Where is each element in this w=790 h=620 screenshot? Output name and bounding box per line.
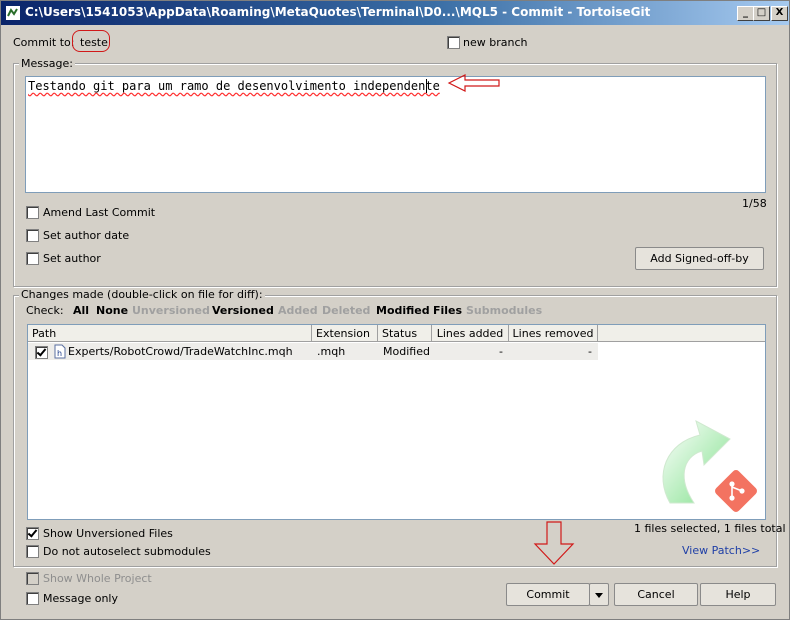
- show-whole-project-label: Show Whole Project: [43, 572, 152, 585]
- file-status: Modified: [383, 345, 430, 358]
- cancel-button[interactable]: Cancel: [614, 583, 698, 606]
- commit-annotation-arrow-icon: [533, 521, 575, 565]
- new-branch-label: new branch: [463, 36, 528, 49]
- filter-none[interactable]: None: [96, 304, 128, 317]
- maximize-button[interactable]: □: [753, 6, 770, 21]
- file-row-checkbox[interactable]: [35, 346, 48, 359]
- filter-added[interactable]: Added: [278, 304, 318, 317]
- title-bar[interactable]: C:\Users\1541053\AppData\Roaming\MetaQuo…: [1, 1, 789, 25]
- filter-unversioned[interactable]: Unversioned: [132, 304, 210, 317]
- svg-text:h: h: [57, 349, 62, 358]
- message-text: Testando git para um ramo de desenvolvim…: [28, 79, 440, 93]
- header-file-icon: h: [54, 344, 66, 359]
- message-group-label: Message:: [19, 57, 75, 70]
- filter-deleted[interactable]: Deleted: [322, 304, 370, 317]
- check-label: Check:: [26, 304, 64, 317]
- filter-modified[interactable]: Modified: [376, 304, 430, 317]
- commit-to-label: Commit to:: [13, 36, 75, 49]
- commit-button[interactable]: Commit: [506, 583, 590, 606]
- set-author-date-checkbox[interactable]: [26, 229, 39, 242]
- minimize-button[interactable]: _: [737, 6, 754, 21]
- filter-submodules[interactable]: Submodules: [466, 304, 542, 317]
- message-only-checkbox[interactable]: [26, 592, 39, 605]
- amend-last-commit-checkbox[interactable]: [26, 206, 39, 219]
- text-caret: [426, 79, 427, 93]
- view-patch-link[interactable]: View Patch>>: [682, 544, 760, 557]
- column-header-lines-added[interactable]: Lines added: [432, 325, 509, 342]
- set-author-date-label: Set author date: [43, 229, 130, 242]
- set-author-label: Set author: [43, 252, 101, 265]
- add-signed-off-by-button[interactable]: Add Signed-off-by: [635, 247, 764, 270]
- filter-all[interactable]: All: [73, 304, 89, 317]
- show-whole-project-checkbox[interactable]: [26, 572, 39, 585]
- file-extension: .mqh: [317, 345, 346, 358]
- show-unversioned-checkbox[interactable]: [26, 527, 39, 540]
- tortoisegit-watermark-logo: [662, 420, 757, 512]
- file-path: Experts/RobotCrowd/TradeWatchInc.mqh: [68, 345, 293, 358]
- commit-dialog: C:\Users\1541053\AppData\Roaming\MetaQuo…: [0, 0, 790, 620]
- message-textarea[interactable]: Testando git para um ramo de desenvolvim…: [25, 76, 766, 193]
- new-branch-checkbox[interactable]: [447, 36, 460, 49]
- column-header-lines-removed[interactable]: Lines removed: [509, 325, 598, 342]
- message-char-counter: 1/58: [742, 197, 767, 210]
- window-title: C:\Users\1541053\AppData\Roaming\MetaQuo…: [25, 5, 651, 19]
- column-header-extension[interactable]: Extension: [312, 325, 378, 342]
- message-only-label: Message only: [43, 592, 118, 605]
- column-header-status[interactable]: Status: [378, 325, 432, 342]
- file-lines-added: -: [499, 345, 503, 358]
- amend-last-commit-label: Amend Last Commit: [43, 206, 156, 219]
- filter-files[interactable]: Files: [433, 304, 462, 317]
- table-row[interactable]: h Experts/RobotCrowd/TradeWatchInc.mqh .…: [28, 343, 598, 360]
- selection-summary: 1 files selected, 1 files total: [634, 522, 786, 535]
- changed-files-list[interactable]: Path Extension Status Lines added Lines …: [27, 324, 766, 520]
- show-unversioned-label: Show Unversioned Files: [43, 527, 173, 540]
- set-author-checkbox[interactable]: [26, 252, 39, 265]
- commit-dropdown-button[interactable]: [589, 583, 609, 606]
- filter-versioned[interactable]: Versioned: [212, 304, 274, 317]
- tortoisegit-app-icon: [6, 6, 20, 20]
- column-header-filler: [598, 325, 765, 342]
- file-lines-removed: -: [588, 345, 592, 358]
- no-autoselect-submodules-label: Do not autoselect submodules: [43, 545, 211, 558]
- message-annotation-arrow-icon: [447, 74, 500, 92]
- branch-name[interactable]: teste: [80, 36, 108, 49]
- help-button[interactable]: Help: [700, 583, 776, 606]
- chevron-down-icon: [595, 593, 603, 598]
- column-header-path[interactable]: Path: [28, 325, 312, 342]
- changes-group-label: Changes made (double-click on file for d…: [19, 288, 265, 301]
- no-autoselect-submodules-checkbox[interactable]: [26, 545, 39, 558]
- close-button[interactable]: X: [771, 6, 788, 21]
